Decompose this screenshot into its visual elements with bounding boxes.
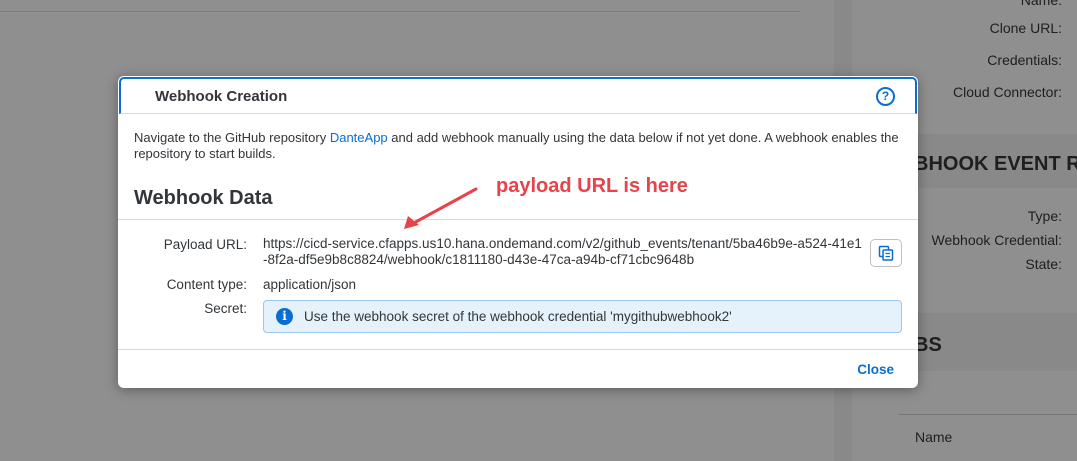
repository-link[interactable]: DanteApp — [330, 130, 388, 145]
section-divider — [118, 219, 918, 220]
section-title: Webhook Data — [134, 187, 273, 209]
secret-label: Secret: — [204, 301, 247, 316]
footer-divider — [118, 349, 918, 350]
dialog-title: Webhook Creation — [155, 88, 288, 105]
help-icon[interactable]: ? — [876, 87, 895, 106]
webhook-creation-dialog: Webhook Creation ? Navigate to the GitHu… — [118, 76, 918, 388]
payload-url-label: Payload URL: — [163, 237, 247, 252]
intro-text-start: Navigate to the GitHub repository — [134, 130, 330, 145]
annotation-text: payload URL is here — [496, 175, 688, 197]
dialog-header: Webhook Creation ? — [119, 77, 917, 114]
info-icon: i — [276, 308, 293, 325]
intro-text: Navigate to the GitHub repository DanteA… — [134, 130, 904, 162]
copy-button[interactable] — [870, 239, 902, 267]
close-button[interactable]: Close — [857, 362, 894, 377]
secret-info-text: Use the webhook secret of the webhook cr… — [304, 309, 732, 324]
content-type-value: application/json — [263, 277, 357, 292]
payload-url-value: https://cicd-service.cfapps.us10.hana.on… — [263, 236, 862, 267]
secret-info-strip: i Use the webhook secret of the webhook … — [263, 300, 902, 333]
annotation-arrow-icon — [404, 187, 478, 229]
copy-icon — [878, 245, 894, 261]
content-type-label: Content type: — [166, 277, 247, 292]
